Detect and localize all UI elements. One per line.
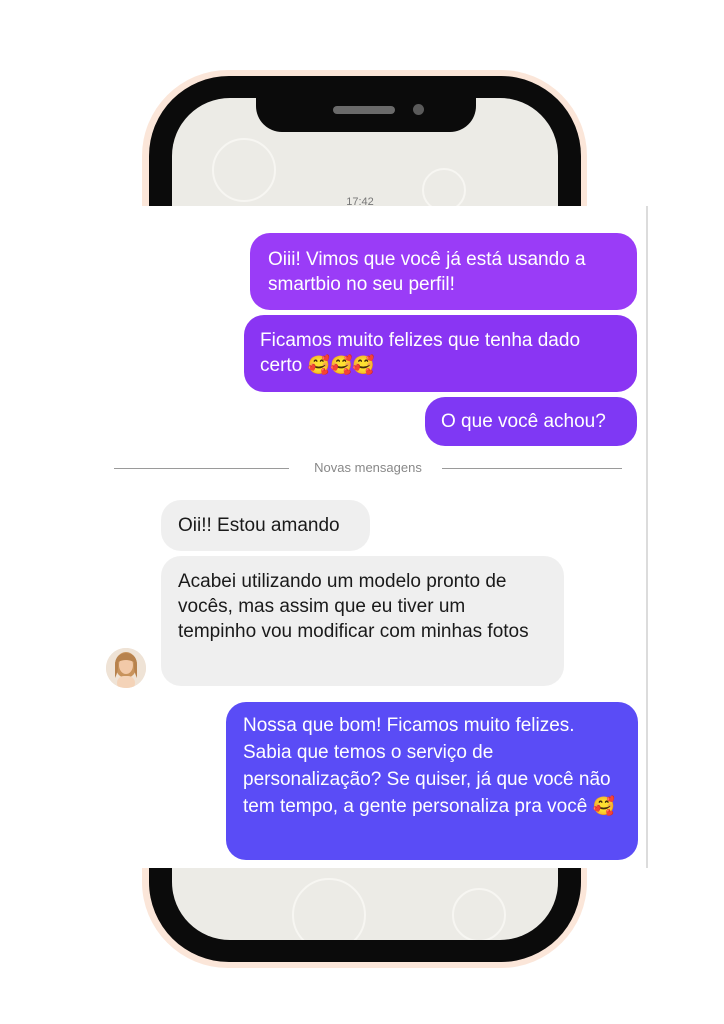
camera-icon bbox=[413, 104, 424, 115]
phone-speaker bbox=[333, 106, 395, 114]
message-text: Acabei utilizando um modelo pronto de vo… bbox=[178, 571, 529, 642]
message-text: Oii!! Estou amando bbox=[178, 515, 340, 536]
smiling-hearts-emoji-icon: 🥰🥰🥰 bbox=[307, 355, 375, 376]
panel-edge bbox=[646, 206, 648, 868]
message-text: Nossa que bom! Ficamos muito felizes. Sa… bbox=[243, 715, 611, 817]
outgoing-message[interactable]: Oiii! Vimos que você já está usando a sm… bbox=[250, 233, 637, 310]
incoming-message[interactable]: Acabei utilizando um modelo pronto de vo… bbox=[161, 556, 564, 686]
outgoing-message[interactable]: Nossa que bom! Ficamos muito felizes. Sa… bbox=[226, 702, 638, 860]
new-messages-divider: Novas mensagens bbox=[114, 456, 622, 482]
message-text: O que você achou? bbox=[441, 411, 606, 432]
outgoing-message[interactable]: O que você achou? bbox=[425, 397, 637, 446]
divider-line-right bbox=[442, 468, 622, 469]
contact-avatar[interactable] bbox=[106, 648, 146, 688]
outgoing-message[interactable]: Ficamos muito felizes que tenha dado cer… bbox=[244, 315, 637, 392]
message-text: Oiii! Vimos que você já está usando a sm… bbox=[268, 249, 586, 295]
incoming-message[interactable]: Oii!! Estou amando bbox=[161, 500, 370, 551]
phone-notch bbox=[256, 98, 476, 132]
avatar-photo-icon bbox=[106, 648, 146, 688]
smiling-hearts-emoji-icon: 🥰 bbox=[592, 796, 616, 817]
